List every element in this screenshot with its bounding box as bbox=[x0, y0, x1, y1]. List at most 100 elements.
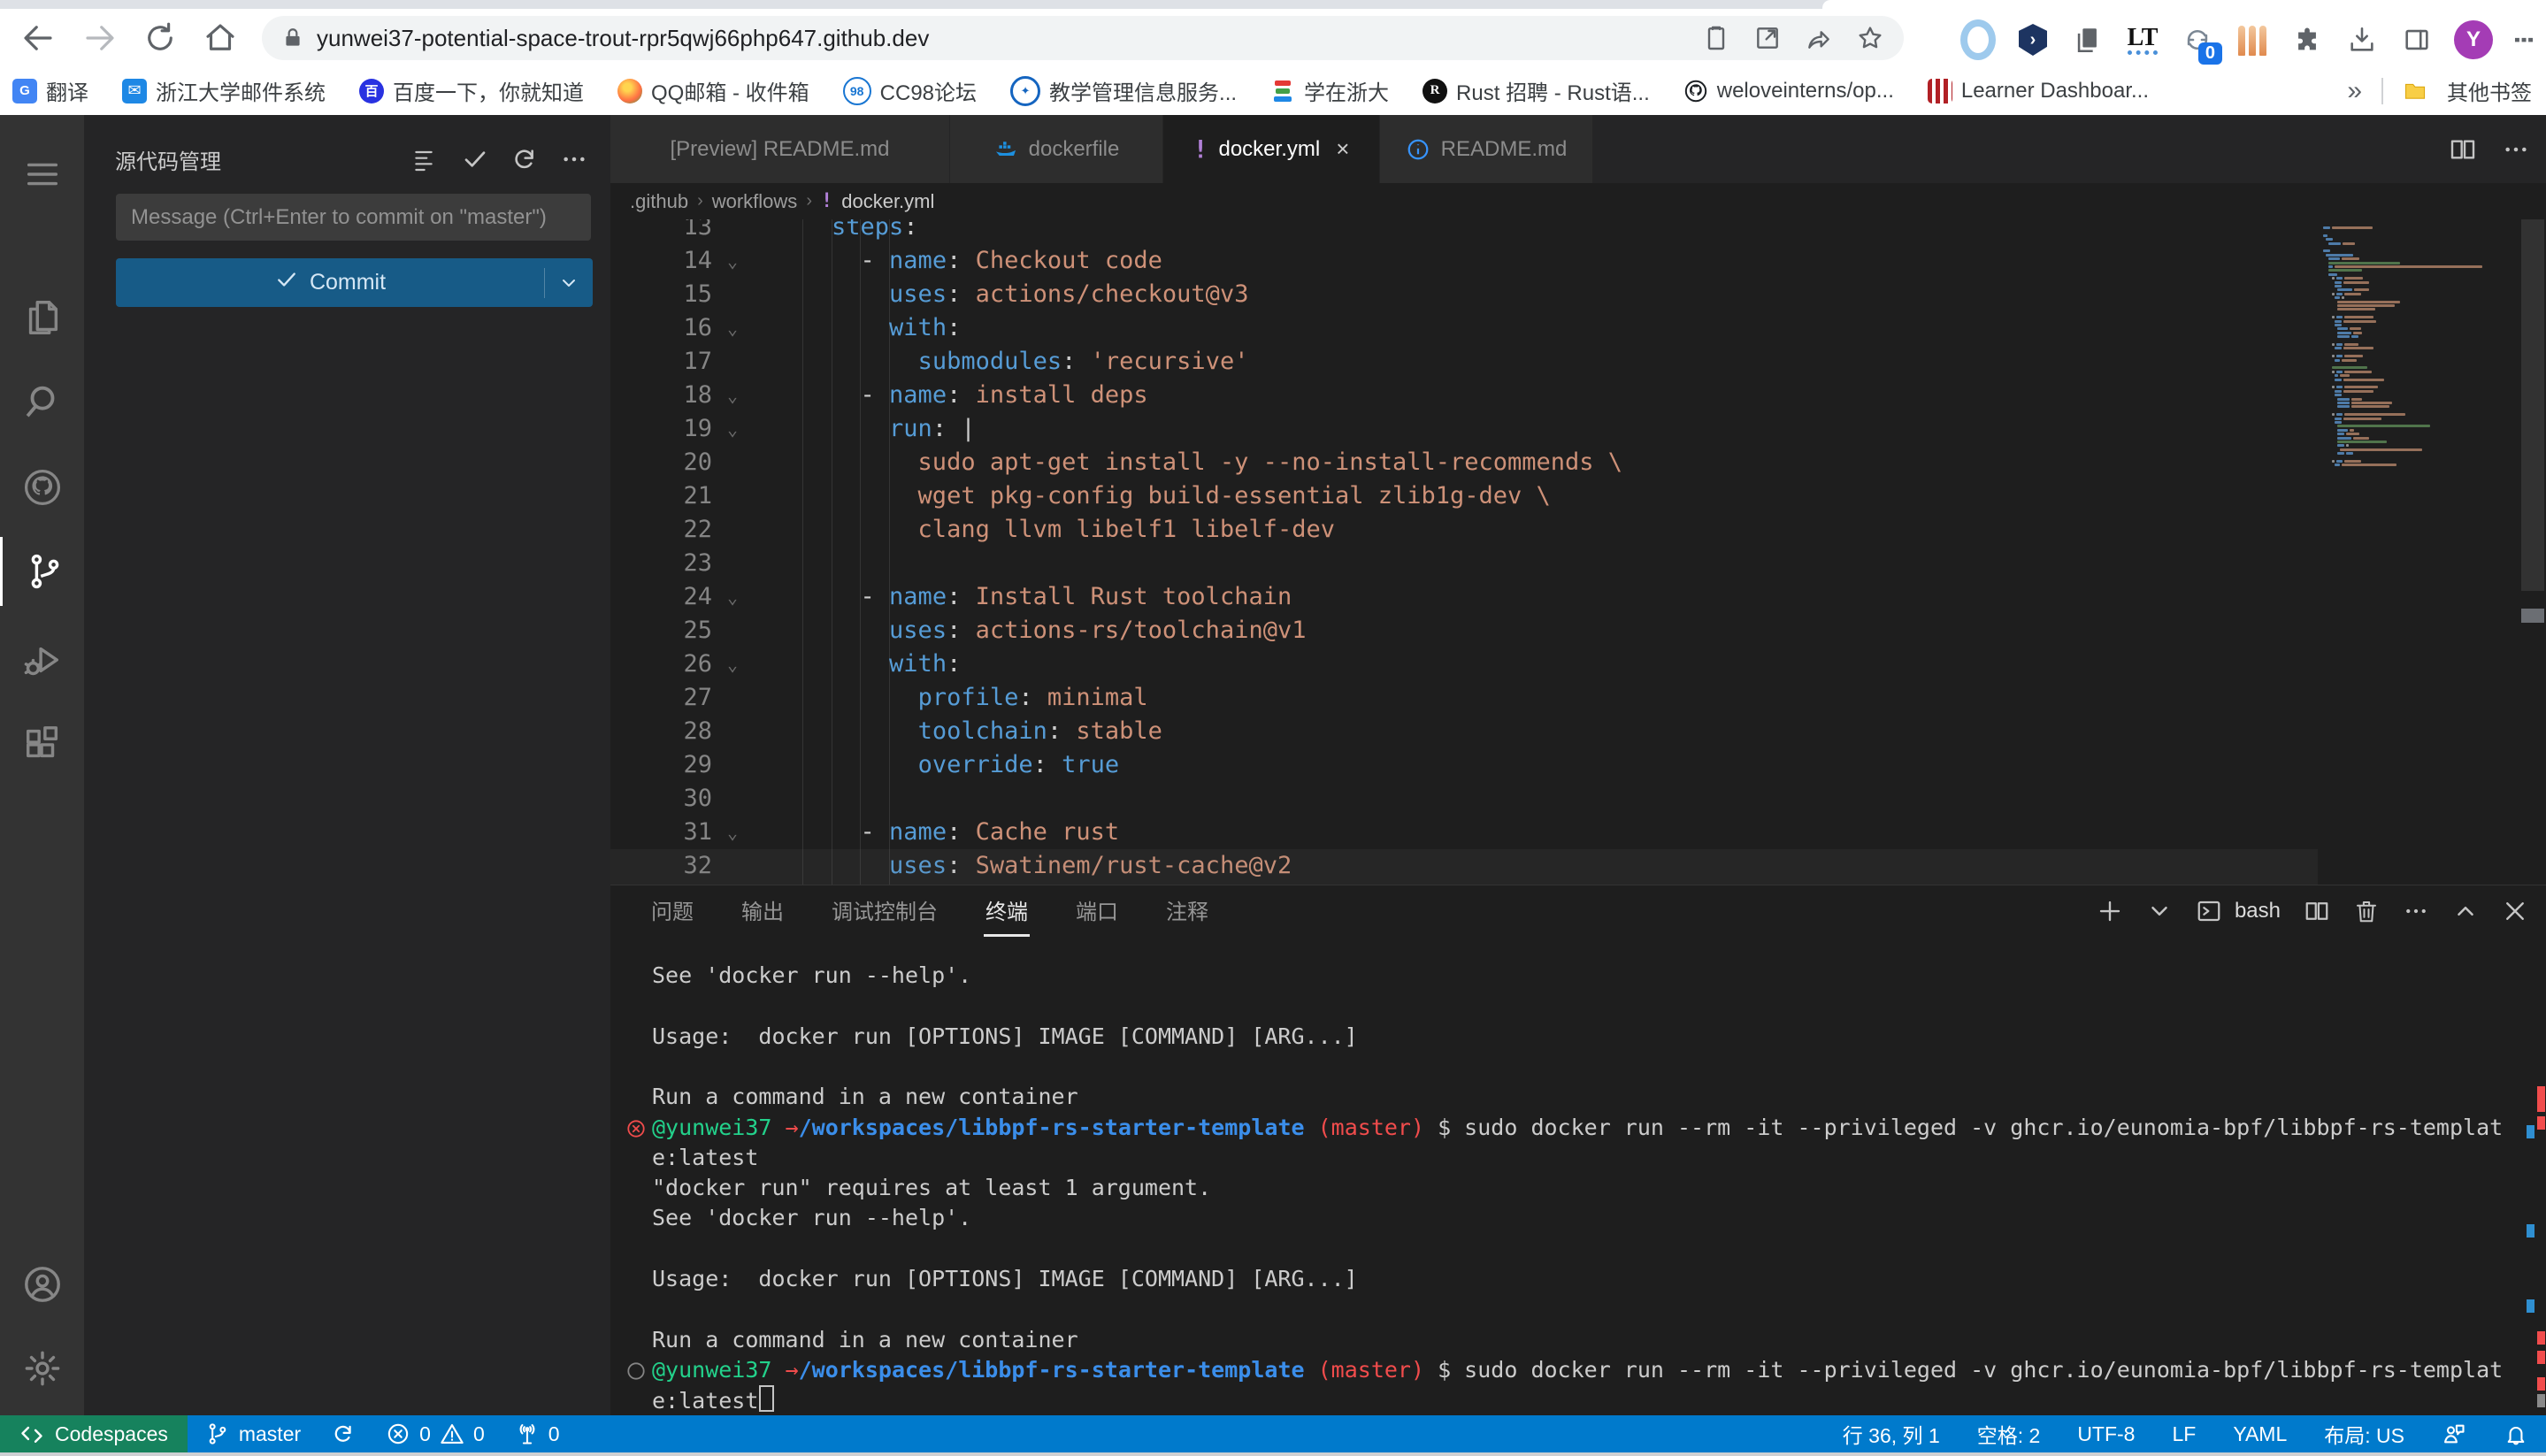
remote-indicator[interactable]: Codespaces bbox=[0, 1415, 188, 1452]
account-icon[interactable] bbox=[0, 1250, 84, 1319]
code-line: 13 steps: bbox=[610, 219, 2318, 244]
github-icon[interactable] bbox=[0, 453, 84, 522]
bookmark-item[interactable]: 98CC98论坛 bbox=[843, 75, 977, 106]
status-item[interactable]: YAML bbox=[2233, 1419, 2287, 1449]
editor-more-icon[interactable] bbox=[2502, 135, 2530, 164]
fold-chevron-icon[interactable]: ⌄ bbox=[727, 379, 738, 412]
fold-chevron-icon[interactable]: ⌄ bbox=[727, 648, 738, 681]
extension-bars-icon[interactable] bbox=[2235, 22, 2270, 57]
tab-readme-md[interactable]: README.md bbox=[1380, 115, 1593, 183]
extension-ring-icon[interactable] bbox=[1960, 22, 1996, 57]
split-editor-icon[interactable] bbox=[2449, 135, 2477, 164]
open-in-window-icon[interactable] bbox=[1753, 24, 1782, 52]
minimap[interactable] bbox=[2318, 219, 2519, 885]
line-number: 29 bbox=[610, 748, 712, 782]
commit-check-icon[interactable] bbox=[461, 145, 489, 173]
bookmark-item[interactable]: weloveinterns/op... bbox=[1683, 79, 1894, 103]
breadcrumb-item[interactable]: workflows bbox=[712, 190, 798, 213]
scroll-mark bbox=[2537, 1331, 2545, 1345]
status-item[interactable]: 行 36, 列 1 bbox=[1843, 1419, 1940, 1449]
side-panel-icon[interactable] bbox=[2399, 22, 2435, 57]
status-item[interactable]: UTF-8 bbox=[2077, 1419, 2135, 1449]
forward-button[interactable] bbox=[81, 19, 119, 57]
bookmark-item[interactable]: 学在浙大 bbox=[1270, 75, 1389, 106]
browser-tab-strip bbox=[0, 0, 2546, 9]
breadcrumb-file[interactable]: docker.yml bbox=[841, 190, 934, 213]
other-bookmarks-button[interactable]: 其他书签 bbox=[2447, 75, 2532, 106]
bookmarks-overflow-chevron[interactable]: » bbox=[2347, 76, 2362, 106]
tab-label: dockerfile bbox=[1029, 137, 1120, 162]
code-editor[interactable]: 13 steps:14⌄ - name: Checkout code15 use… bbox=[610, 219, 2318, 885]
bookmark-item[interactable]: 百百度一下，你就知道 bbox=[359, 75, 584, 106]
tab-dockerfile[interactable]: dockerfile bbox=[950, 115, 1163, 183]
status-item[interactable]: LF bbox=[2172, 1419, 2196, 1449]
breadcrumb[interactable]: .github›workflows›!docker.yml bbox=[610, 183, 2546, 219]
explorer-icon[interactable] bbox=[0, 283, 84, 352]
status-item[interactable]: 空格: 2 bbox=[1977, 1419, 2041, 1449]
close-tab-icon[interactable]: × bbox=[1336, 135, 1349, 163]
terminal[interactable]: See 'docker run --help'.Usage: docker ru… bbox=[652, 885, 2546, 1416]
share-icon[interactable] bbox=[1805, 24, 1833, 52]
minimap-row bbox=[2337, 402, 2392, 404]
fold-chevron-icon[interactable]: ⌄ bbox=[727, 816, 738, 849]
bookmark-item[interactable]: ✉浙江大学邮件系统 bbox=[122, 75, 326, 106]
bookmark-star-icon[interactable] bbox=[1856, 24, 1884, 52]
breadcrumb-item[interactable]: .github bbox=[630, 190, 688, 213]
fold-chevron-icon[interactable]: ⌄ bbox=[727, 311, 738, 345]
extension-shield-icon[interactable]: › bbox=[2015, 22, 2051, 57]
status-item[interactable]: 布局: US bbox=[2324, 1419, 2404, 1449]
branch-indicator[interactable]: master bbox=[205, 1422, 301, 1446]
refresh-icon[interactable] bbox=[510, 145, 539, 173]
ports-indicator[interactable]: 0 bbox=[515, 1422, 560, 1446]
view-as-list-icon[interactable] bbox=[411, 145, 440, 173]
code-text: uses: actions-rs/toolchain@v1 bbox=[774, 614, 1306, 648]
fold-chevron-icon[interactable]: ⌄ bbox=[727, 412, 738, 446]
home-button[interactable] bbox=[202, 19, 239, 57]
fold-chevron-icon[interactable]: ⌄ bbox=[727, 580, 738, 614]
source-control-icon[interactable] bbox=[0, 537, 87, 606]
commit-dropdown-chevron[interactable] bbox=[545, 272, 593, 294]
browser-menu-icon[interactable]: ⋮ bbox=[2512, 28, 2535, 51]
vertical-scrollbar[interactable] bbox=[2519, 219, 2546, 885]
languagetool-icon[interactable]: LT bbox=[2125, 22, 2160, 57]
profile-avatar[interactable]: Y bbox=[2454, 20, 2493, 59]
bookmark-item[interactable]: G翻译 bbox=[12, 75, 88, 106]
bookmark-item[interactable]: QQ邮箱 - 收件箱 bbox=[617, 75, 809, 106]
errors-icon bbox=[386, 1422, 410, 1446]
address-bar[interactable]: yunwei37-potential-space-trout-rpr5qwj66… bbox=[262, 16, 1904, 60]
tab-docker-yml[interactable]: !docker.yml× bbox=[1163, 115, 1380, 183]
downloads-icon[interactable] bbox=[2344, 22, 2380, 57]
more-actions-icon[interactable] bbox=[560, 145, 588, 173]
bookmark-item[interactable]: ✦教学管理信息服务... bbox=[1010, 75, 1237, 106]
horizontal-scrollbar[interactable] bbox=[610, 849, 2318, 885]
bookmark-item[interactable]: RRust 招聘 - Rust语... bbox=[1423, 75, 1650, 106]
url-text[interactable]: yunwei37-potential-space-trout-rpr5qwj66… bbox=[317, 25, 1702, 52]
extensions-icon[interactable] bbox=[0, 709, 84, 778]
clipboard-icon[interactable] bbox=[1702, 24, 1730, 52]
minimap-row bbox=[2337, 429, 2354, 432]
tab--preview-readme-md[interactable]: [Preview] README.md bbox=[610, 115, 950, 183]
feedback-icon[interactable] bbox=[2442, 1422, 2466, 1446]
fold-chevron-icon[interactable]: ⌄ bbox=[727, 244, 738, 278]
menu-hamburger-icon[interactable] bbox=[0, 140, 84, 209]
settings-gear-icon[interactable] bbox=[0, 1334, 84, 1403]
commit-message-input[interactable] bbox=[116, 194, 591, 241]
run-debug-icon[interactable] bbox=[0, 625, 84, 694]
sync-extension-icon[interactable]: 0 bbox=[2180, 22, 2215, 57]
line-number: 31 bbox=[610, 816, 712, 849]
reload-button[interactable] bbox=[142, 19, 179, 57]
extension-pages-icon[interactable] bbox=[2070, 22, 2105, 57]
back-button[interactable] bbox=[19, 19, 57, 57]
radio-tower-icon bbox=[515, 1422, 540, 1446]
extensions-puzzle-icon[interactable] bbox=[2289, 22, 2325, 57]
bookmark-item[interactable]: Learner Dashboar... bbox=[1928, 79, 2149, 103]
terminal-row: @yunwei37 →/workspaces/libbpf-rs-starter… bbox=[652, 1113, 2546, 1143]
scroll-mark bbox=[2527, 1125, 2534, 1138]
terminal-row: See 'docker run --help'. bbox=[652, 961, 2546, 991]
sync-indicator[interactable] bbox=[331, 1422, 356, 1446]
problems-indicator[interactable]: 0 0 bbox=[386, 1422, 485, 1446]
search-icon[interactable] bbox=[0, 367, 84, 436]
notifications-bell-icon[interactable] bbox=[2504, 1422, 2528, 1446]
commit-button[interactable]: Commit bbox=[116, 258, 593, 307]
line-number: 23 bbox=[610, 547, 712, 580]
